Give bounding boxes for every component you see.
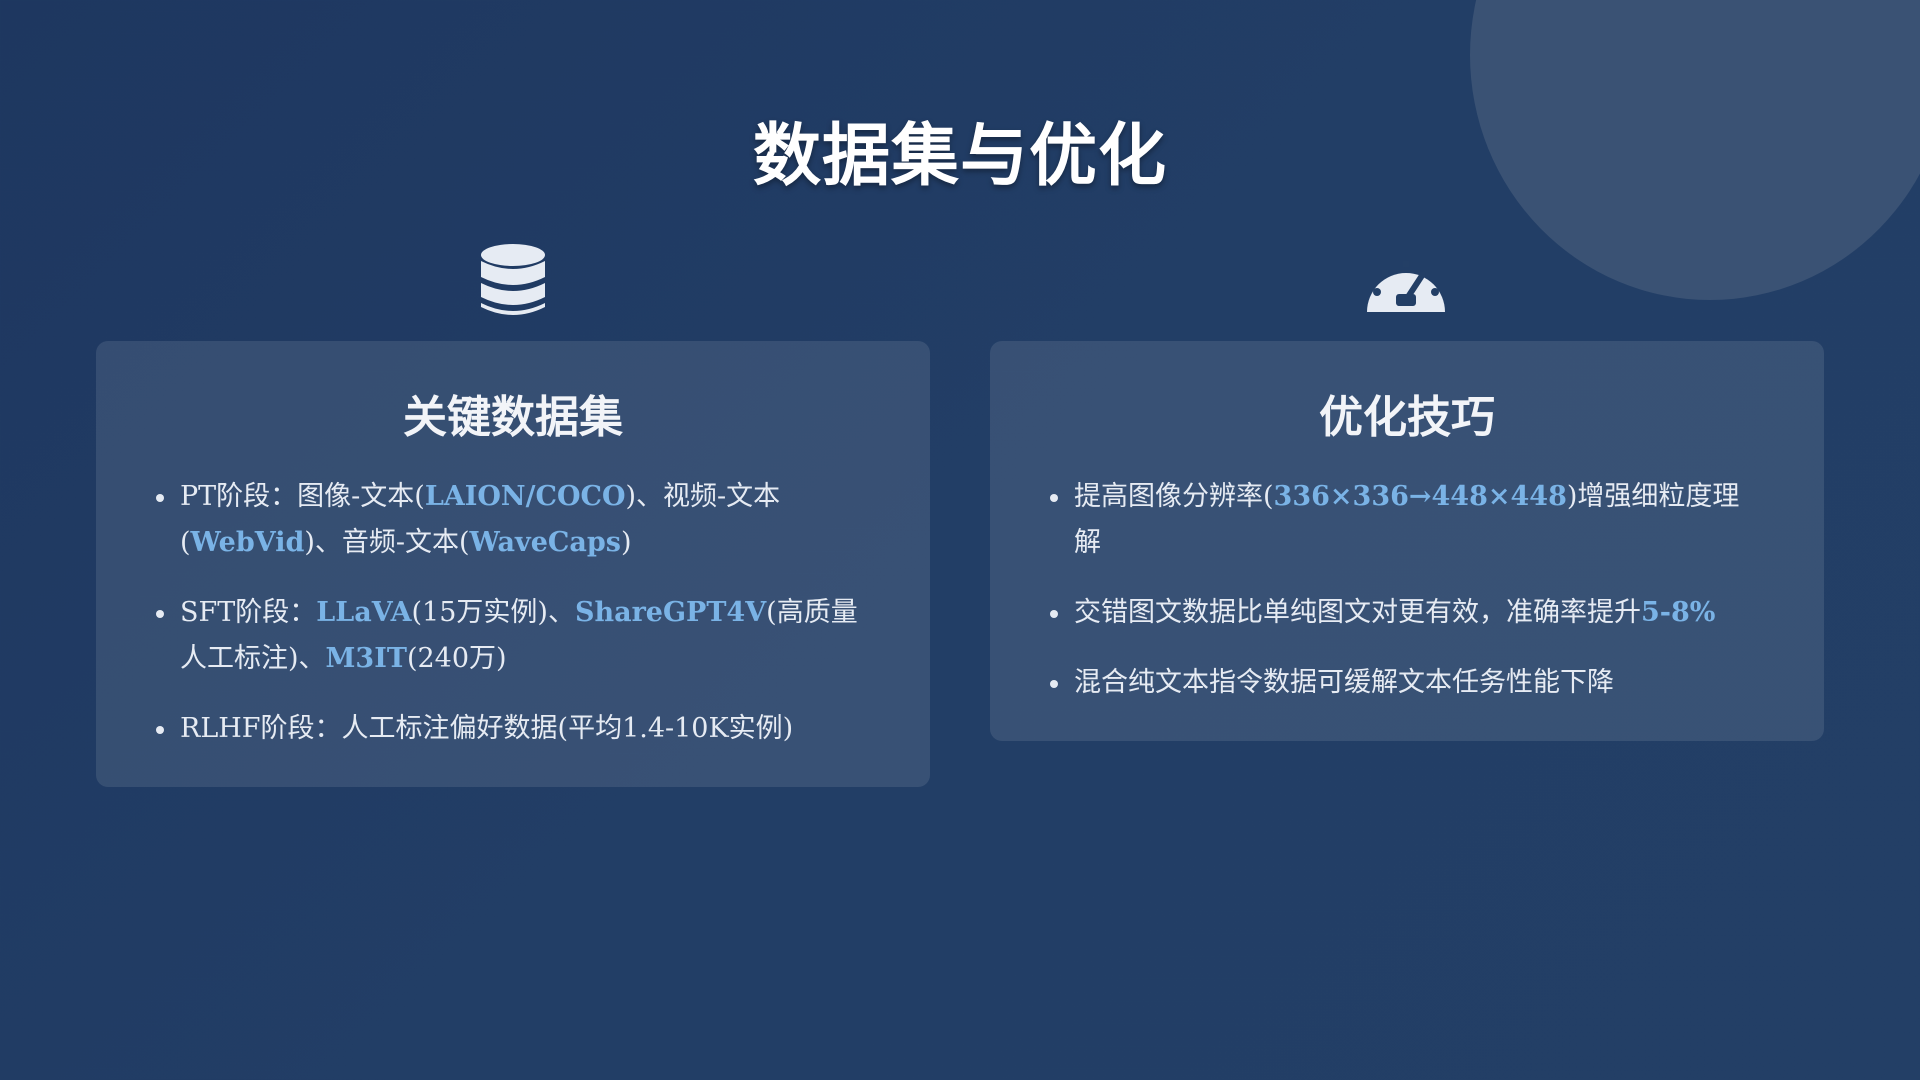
optimization-card: 优化技巧 提高图像分辨率(336×336→448×448)增强细粒度理解 交错图… [990,341,1824,741]
datasets-card-heading: 关键数据集 [403,392,623,443]
list-item: 提高图像分辨率(336×336→448×448)增强细粒度理解 [1050,474,1794,566]
page-title: 数据集与优化 [752,117,1167,196]
list-item: 交错图文数据比单纯图文对更有效，准确率提升5-8% [1050,590,1794,636]
list-item: PT阶段：图像-文本(LAION/COCO)、视频-文本 (WebVid)、音频-… [156,474,900,566]
database-icon [478,243,548,319]
list-item: 混合纯文本指令数据可缓解文本任务性能下降 [1050,660,1794,706]
speedometer-icon [1365,248,1447,314]
datasets-card: 关键数据集 PT阶段：图像-文本(LAION/COCO)、视频-文本 (WebVi… [96,341,930,787]
datasets-list: PT阶段：图像-文本(LAION/COCO)、视频-文本 (WebVid)、音频-… [156,474,900,776]
optimization-list: 提高图像分辨率(336×336→448×448)增强细粒度理解 交错图文数据比单… [1050,474,1794,730]
list-item: SFT阶段：LLaVA(15万实例)、ShareGPT4V(高质量 人工标注)、M… [156,590,900,682]
list-item: RLHF阶段：人工标注偏好数据(平均1.4-10K实例) [156,706,900,752]
optimization-card-heading: 优化技巧 [1319,392,1495,443]
